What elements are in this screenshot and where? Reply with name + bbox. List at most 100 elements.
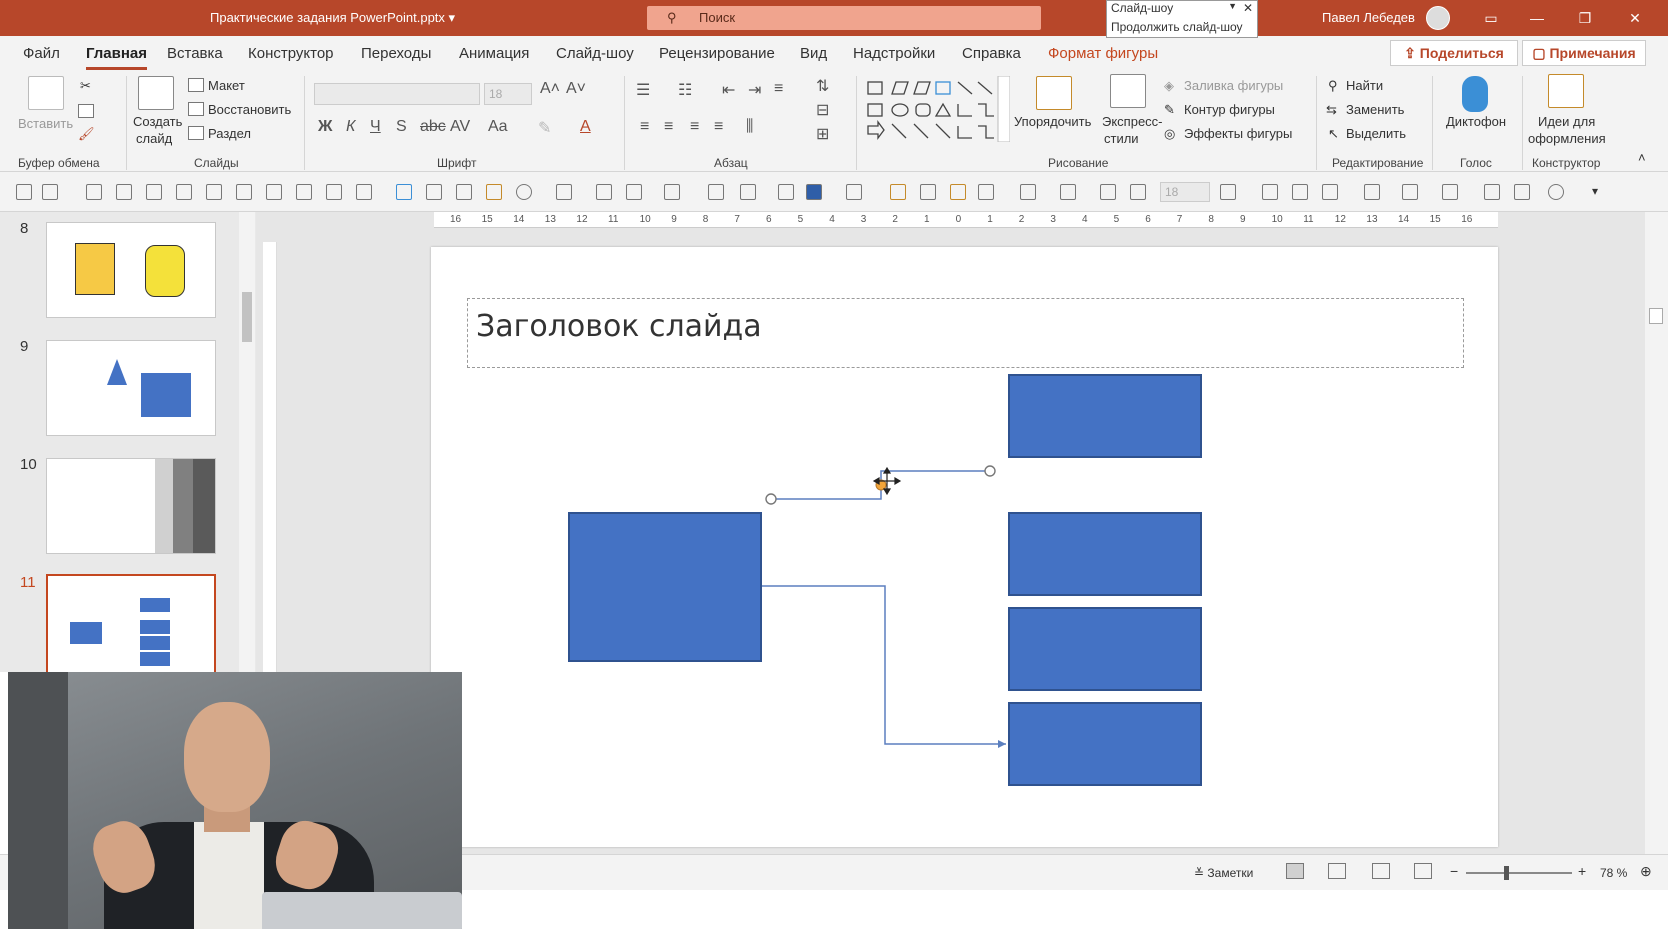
font-size-input[interactable]: 18 [484,83,532,105]
decrease-indent-icon[interactable]: ⇤ [722,80,735,100]
slideshow-view-icon[interactable] [1414,863,1432,879]
tab-addins[interactable]: Надстройки [853,45,935,62]
brightness-icon[interactable] [626,184,642,200]
font-color-icon[interactable] [1020,184,1036,200]
tab-shape-format[interactable]: Формат фигуры [1048,45,1158,62]
picture-icon[interactable] [664,184,680,200]
selection-pane-icon[interactable] [1442,184,1458,200]
table-icon[interactable] [42,184,58,200]
merge-shapes-icon[interactable] [556,184,572,200]
bring-forward-icon[interactable] [890,184,906,200]
zoom-slider[interactable] [1466,872,1572,874]
slide-thumbnail-8[interactable] [46,222,216,318]
line-spacing-icon[interactable] [1322,184,1338,200]
quick-styles-button[interactable]: Экспресс- [1102,114,1163,129]
line-spacing-icon[interactable]: ≡ [774,80,783,98]
shape-fill-icon[interactable]: ◈ [1164,78,1174,94]
reading-view-icon[interactable] [1372,863,1390,879]
crop-icon[interactable] [596,184,612,200]
selected-connector[interactable] [765,465,996,505]
effects-icon[interactable] [1548,184,1564,200]
text-box-icon[interactable] [396,184,412,200]
new-slide-label[interactable]: Создать [133,114,182,129]
share-button[interactable]: ⇪ Поделиться [1390,40,1518,66]
char-spacing-icon[interactable]: AV [450,118,470,136]
normal-view-icon[interactable] [1286,863,1304,879]
align-right-icon[interactable]: ≡ [690,118,699,136]
slide-canvas[interactable]: Заголовок слайда [431,247,1498,847]
format-painter-icon[interactable] [486,184,502,200]
shape-circle-icon[interactable] [516,184,532,200]
distribute-icon[interactable] [266,184,282,200]
italic-icon[interactable]: К [346,118,355,136]
paste-button[interactable]: Вставить [18,116,73,131]
ribbon-display-icon[interactable]: ▭ [1476,6,1506,30]
reset-button[interactable]: Восстановить [208,102,291,117]
slide-sorter-icon[interactable] [1328,863,1346,879]
slide-thumbnail-11[interactable] [46,574,216,674]
arrange-button[interactable]: Упорядочить [1014,114,1091,129]
customize-toolbar-icon[interactable]: ▾ [1592,184,1608,200]
connector-end-handle[interactable] [984,465,996,477]
vertical-scrollbar[interactable] [1645,212,1668,854]
align-bottom-icon[interactable] [236,184,252,200]
group-objects-icon[interactable] [950,184,966,200]
tab-transitions[interactable]: Переходы [361,45,431,62]
smartart-icon[interactable]: ⊞ [816,124,829,144]
align-left-icon[interactable] [1262,184,1278,200]
zoom-slider-handle[interactable] [1504,866,1509,880]
shadow-icon[interactable]: S [396,118,407,136]
align-center-icon[interactable]: ≡ [664,118,673,136]
numbering-icon[interactable]: ☷ [678,80,692,100]
tab-design[interactable]: Конструктор [248,45,334,62]
replace-button[interactable]: Заменить [1346,102,1404,117]
layout-button[interactable]: Макет [208,78,245,93]
fit-to-window-icon[interactable]: ⊕ [1640,863,1652,880]
edit-shape-icon[interactable] [846,184,862,200]
zoom-out-icon[interactable]: − [1450,863,1458,879]
new-slide-icon[interactable] [138,76,174,110]
font-name-input[interactable] [314,83,480,105]
align-left-icon[interactable]: ≡ [640,118,649,136]
scrollbar-thumb[interactable] [1649,308,1663,324]
minimize-button[interactable]: — [1522,6,1552,30]
find-button[interactable]: Найти [1346,78,1383,93]
section-button[interactable]: Раздел [208,126,251,141]
avatar[interactable] [1426,6,1450,30]
comments-button[interactable]: ▢ Примечания [1522,40,1646,66]
restore-button[interactable]: ❐ [1570,6,1600,30]
close-button[interactable]: ✕ [1620,6,1650,30]
quick-styles-button-2[interactable]: стили [1104,131,1139,146]
tab-help[interactable]: Справка [962,45,1021,62]
text-box-size-icon[interactable] [1220,184,1236,200]
align-left-objects-icon[interactable] [86,184,102,200]
tab-insert[interactable]: Вставка [167,45,223,62]
document-title[interactable]: Практические задания PowerPoint.pptx ▾ [210,10,455,26]
continue-slideshow-item[interactable]: Продолжить слайд-шоу [1111,20,1242,34]
shrink-font-icon[interactable] [1130,184,1146,200]
line-color-icon[interactable] [740,184,756,200]
tab-review[interactable]: Рецензирование [659,45,775,62]
bold-icon[interactable]: Ж [318,118,332,136]
design-ideas-button-2[interactable]: оформления [1528,131,1606,146]
justify-icon[interactable]: ≡ [714,118,723,136]
fill-bucket-icon[interactable] [708,184,724,200]
align-center-objects-icon[interactable] [116,184,132,200]
tab-view[interactable]: Вид [800,45,827,62]
select-button[interactable]: Выделить [1346,126,1406,141]
underline-icon[interactable]: Ч [370,118,381,136]
quick-styles-icon[interactable] [1110,74,1146,108]
user-name[interactable]: Павел Лебедев [1322,10,1415,25]
tab-file[interactable]: Файл [23,45,60,62]
connector-start-handle[interactable] [765,493,777,505]
layout-icon[interactable] [16,184,32,200]
zoom-in-icon[interactable]: + [1578,863,1586,879]
zoom-icon[interactable] [426,184,442,200]
strikethrough-icon[interactable]: abc [420,118,446,136]
thumbnails-scrollbar[interactable] [239,212,255,672]
tab-home[interactable]: Главная [86,45,148,70]
line-weight-icon[interactable] [806,184,822,200]
text-direction-icon[interactable]: ⇅ [816,76,829,96]
pen-icon[interactable] [778,184,794,200]
slide-thumbnail-10[interactable] [46,458,216,554]
